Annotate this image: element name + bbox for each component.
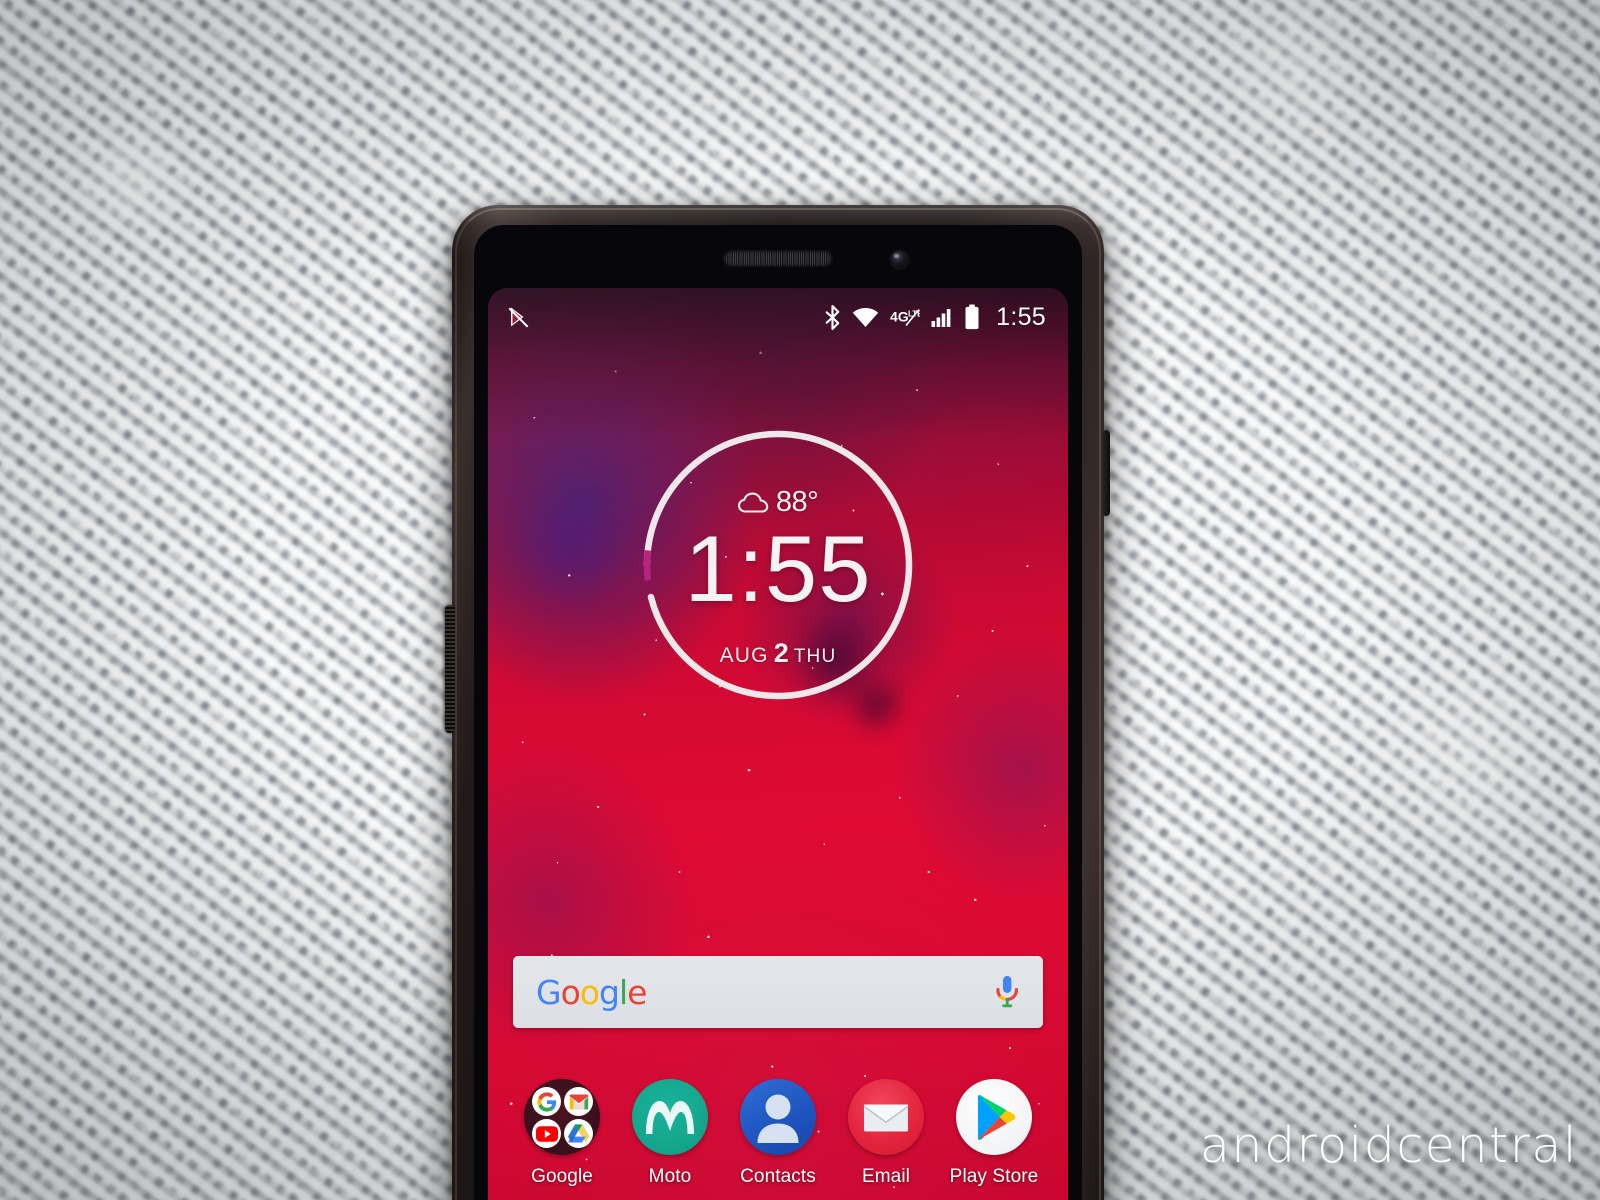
envelope-glyph (863, 1104, 909, 1132)
email-app-icon[interactable] (848, 1079, 924, 1155)
dock-item-google[interactable]: Google (514, 1079, 610, 1188)
clock-widget-temperature: 88° (775, 486, 819, 518)
dock-label-email: Email (861, 1166, 910, 1187)
earpiece-speaker-grille-icon (724, 251, 832, 266)
google-logo: Google (536, 972, 647, 1012)
play-triangle-glyph (978, 1095, 1016, 1140)
google-search-bar[interactable]: Google (513, 956, 1043, 1028)
dock-label-play-store: Play Store (949, 1166, 1039, 1187)
play-store-notification-slashed-icon (508, 307, 529, 328)
cloud-icon (737, 492, 769, 513)
contacts-app-icon[interactable] (740, 1079, 816, 1155)
phone-bezel: 4G LTE 1:55 88° 1:55 AUG 2 THU G o o g l… (474, 225, 1082, 1200)
clock-widget-time: 1:55 (684, 516, 872, 621)
google-drive-app-icon (564, 1119, 593, 1148)
svg-text:4G: 4G (890, 308, 909, 324)
google-logo-letter: o (579, 972, 600, 1012)
google-folder-icon[interactable] (524, 1079, 600, 1155)
dock-label-google: Google (531, 1166, 593, 1187)
google-logo-letter: G (536, 972, 562, 1012)
volume-button[interactable] (1102, 430, 1110, 516)
status-bar-notifications[interactable] (506, 304, 532, 330)
google-microphone-icon[interactable] (994, 974, 1020, 1010)
bluetooth-icon (825, 304, 840, 330)
wifi-icon (852, 307, 879, 327)
moto-m-glyph (646, 1101, 694, 1134)
youtube-app-icon (532, 1119, 561, 1148)
dock-label-contacts: Contacts (740, 1166, 816, 1187)
dock-item-play-store[interactable]: Play Store (946, 1079, 1042, 1188)
moto-clock-widget[interactable]: 88° 1:55 AUG 2 THU (639, 426, 917, 704)
google-logo-letter: o (560, 972, 581, 1012)
clock-widget-date: AUG 2 THU (639, 638, 917, 669)
dock-label-moto: Moto (648, 1166, 692, 1187)
folder-app-grid (524, 1079, 600, 1155)
google-logo-letter: e (627, 972, 647, 1012)
clock-widget-month: AUG (719, 644, 769, 667)
dock-item-email[interactable]: Email (838, 1079, 934, 1188)
clock-widget-weather[interactable]: 88° (639, 486, 917, 519)
status-bar[interactable]: 4G LTE 1:55 (488, 300, 1068, 334)
androidcentral-watermark: androidcentral (1199, 1117, 1578, 1174)
4g-lte-slashed-icon: 4G LTE (890, 308, 920, 326)
clock-widget-day: 2 (773, 638, 789, 668)
moto-app-icon[interactable] (632, 1079, 708, 1155)
gmail-app-icon (564, 1087, 593, 1116)
person-glyph (757, 1094, 799, 1143)
smartphone-device: 4G LTE 1:55 88° 1:55 AUG 2 THU G o o g l… (445, 205, 1110, 1200)
screenshot-root: 4G LTE 1:55 88° 1:55 AUG 2 THU G o o g l… (0, 0, 1600, 1200)
status-bar-system-icons[interactable]: 4G LTE 1:55 (824, 303, 1046, 332)
phone-screen[interactable]: 4G LTE 1:55 88° 1:55 AUG 2 THU G o o g l… (488, 288, 1068, 1200)
clock-widget-weekday: THU (793, 646, 837, 667)
play-store-app-icon[interactable] (956, 1079, 1032, 1155)
front-camera-glint (894, 254, 899, 258)
google-logo-letter: g (598, 972, 620, 1012)
dock-item-contacts[interactable]: Contacts (730, 1079, 826, 1188)
power-button[interactable] (445, 605, 455, 733)
app-dock[interactable]: Google Moto Contacts Email Play Store (488, 1065, 1068, 1200)
status-bar-clock: 1:55 (996, 302, 1046, 331)
google-search-app-icon (532, 1087, 561, 1116)
battery-full-icon (965, 304, 979, 330)
front-camera-lens-icon (891, 251, 908, 268)
google-logo-letter: l (618, 972, 628, 1012)
dock-item-moto[interactable]: Moto (622, 1079, 718, 1188)
cellular-signal-icon (931, 308, 951, 327)
